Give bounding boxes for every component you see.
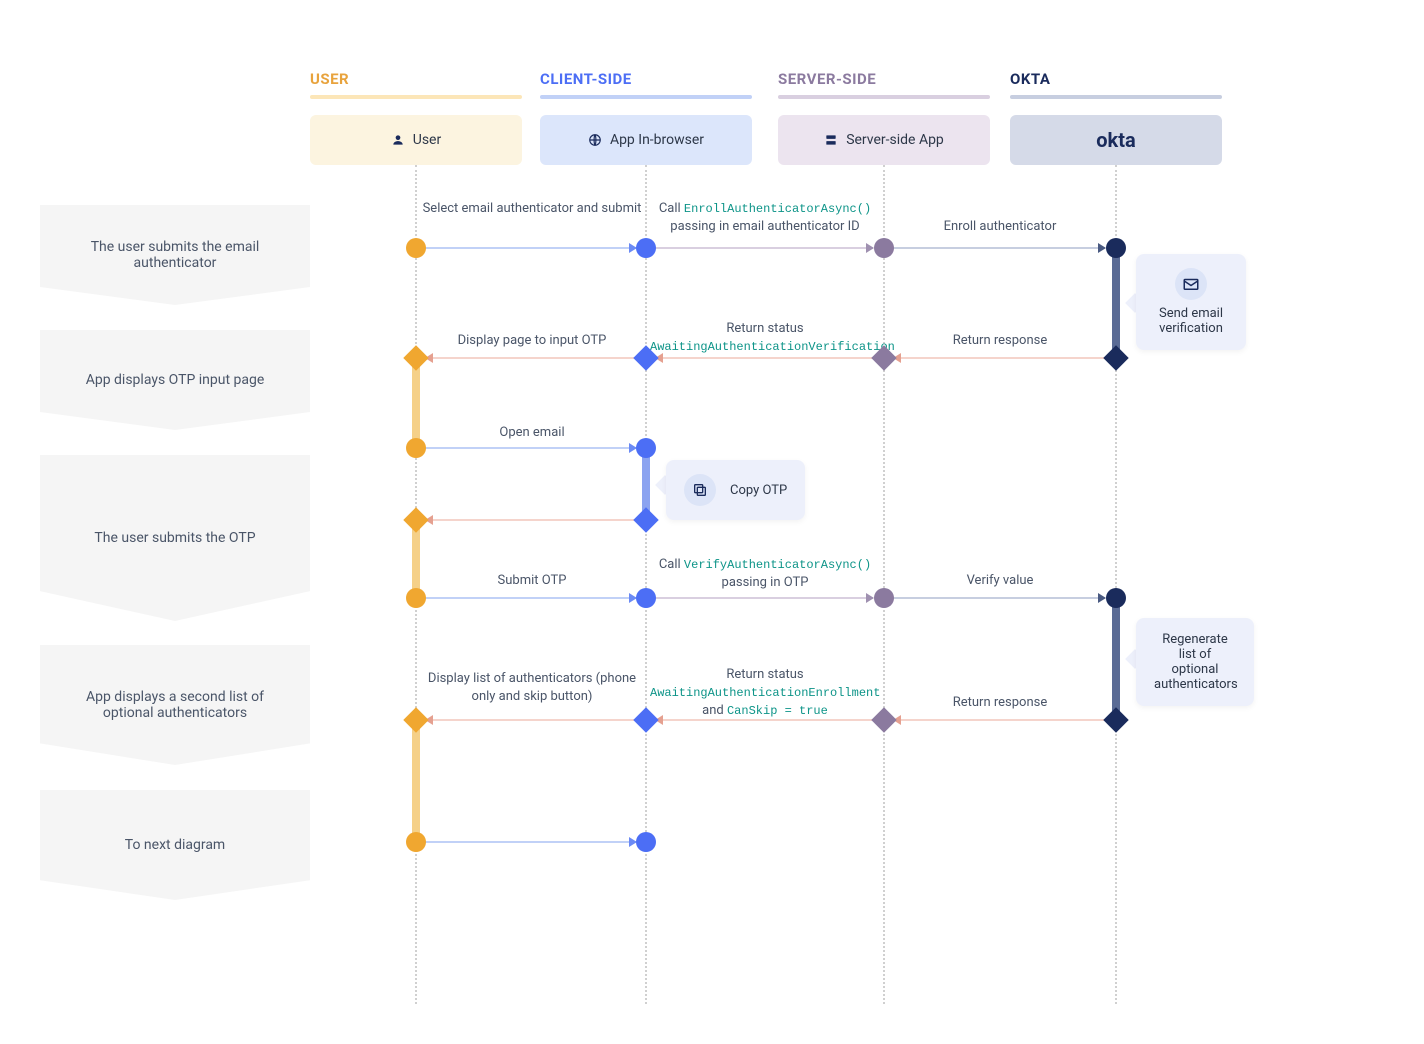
arrow-verify-call — [655, 597, 873, 599]
node-client-4 — [633, 507, 658, 532]
node-okta-1 — [1106, 238, 1126, 258]
user-icon — [391, 133, 405, 147]
arrow-select-email — [424, 247, 636, 249]
copy-icon — [684, 474, 716, 506]
node-user-7 — [406, 832, 426, 852]
col-bar-user — [310, 95, 522, 99]
arrow-label-enroll-call: Call EnrollAuthenticatorAsync()passing i… — [650, 200, 880, 236]
arrow-label-verify-value: Verify value — [890, 572, 1110, 590]
arrow-enroll-call — [655, 247, 873, 249]
arrow-submit-otp — [424, 597, 636, 599]
arrow-to-next — [424, 841, 636, 843]
lane-label-client: App In-browser — [610, 132, 704, 148]
node-user-4 — [403, 507, 428, 532]
col-header-okta: OKTA — [1010, 70, 1050, 88]
lane-box-server: Server-side App — [778, 115, 990, 165]
callout-copy-otp: Copy OTP — [666, 460, 805, 520]
node-okta-5 — [1106, 588, 1126, 608]
node-server-5 — [874, 588, 894, 608]
col-header-user: USER — [310, 70, 349, 88]
arrow-label-open-email: Open email — [420, 424, 644, 442]
arrow-copy-return — [426, 519, 636, 521]
arrow-verify-value — [893, 597, 1105, 599]
col-bar-client — [540, 95, 752, 99]
node-user-6 — [403, 707, 428, 732]
arrow-return-resp-2 — [894, 719, 1106, 721]
node-user-1 — [406, 238, 426, 258]
activation-okta-1 — [1112, 248, 1120, 358]
step-label-4: App displays a second list of optional a… — [40, 645, 310, 765]
arrow-label-verify-call: Call VerifyAuthenticatorAsync()passing i… — [650, 556, 880, 592]
arrow-display-list — [426, 719, 636, 721]
arrow-enroll-auth — [893, 247, 1105, 249]
lane-box-okta: okta — [1010, 115, 1222, 165]
arrow-label-submit-otp: Submit OTP — [420, 572, 644, 590]
node-client-1 — [636, 238, 656, 258]
lane-label-user: User — [413, 132, 441, 148]
arrow-label-select-email: Select email authenticator and submit — [420, 200, 644, 218]
server-icon — [824, 133, 838, 147]
step-label-1: The user submits the email authenticator — [40, 205, 310, 305]
arrow-label-display-otp: Display page to input OTP — [420, 332, 644, 350]
callout-send-email: Send email verification — [1136, 254, 1246, 350]
arrow-label-return-status-2: Return statusAwaitingAuthenticationEnrol… — [650, 666, 880, 721]
step-label-5: To next diagram — [40, 790, 310, 900]
arrow-label-return-resp-1: Return response — [890, 332, 1110, 350]
arrow-open-email — [424, 447, 636, 449]
node-server-1 — [874, 238, 894, 258]
col-header-client: CLIENT-SIDE — [540, 70, 632, 88]
lifeline-server — [883, 165, 885, 1004]
okta-logo: okta — [1096, 128, 1135, 152]
arrow-display-otp — [426, 357, 636, 359]
globe-icon — [588, 133, 602, 147]
activation-user-1 — [412, 358, 420, 448]
node-client-3 — [636, 438, 656, 458]
activation-user-3 — [412, 720, 420, 842]
arrow-label-enroll-auth: Enroll authenticator — [890, 218, 1110, 236]
activation-okta-2 — [1112, 598, 1120, 720]
arrow-return-resp-1 — [894, 357, 1106, 359]
node-user-5 — [406, 588, 426, 608]
callout-regenerate: Regenerate list of optional authenticato… — [1136, 618, 1254, 706]
col-bar-okta — [1010, 95, 1222, 99]
lane-box-user: User — [310, 115, 522, 165]
lane-label-server: Server-side App — [846, 132, 944, 148]
lane-box-client: App In-browser — [540, 115, 752, 165]
col-header-server: SERVER-SIDE — [778, 70, 876, 88]
mail-icon — [1175, 268, 1207, 300]
step-label-2: App displays OTP input page — [40, 330, 310, 430]
step-label-3: The user submits the OTP — [40, 455, 310, 621]
arrow-label-return-resp-2: Return response — [890, 694, 1110, 712]
arrow-label-display-list: Display list of authenticators (phone on… — [420, 670, 644, 706]
lifeline-client — [645, 165, 647, 1004]
node-user-3 — [406, 438, 426, 458]
col-bar-server — [778, 95, 990, 99]
node-client-7 — [636, 832, 656, 852]
arrow-label-return-status-1: Return statusAwaitingAuthenticationVerif… — [650, 320, 880, 356]
arrow-return-status-1 — [656, 357, 874, 359]
node-client-5 — [636, 588, 656, 608]
